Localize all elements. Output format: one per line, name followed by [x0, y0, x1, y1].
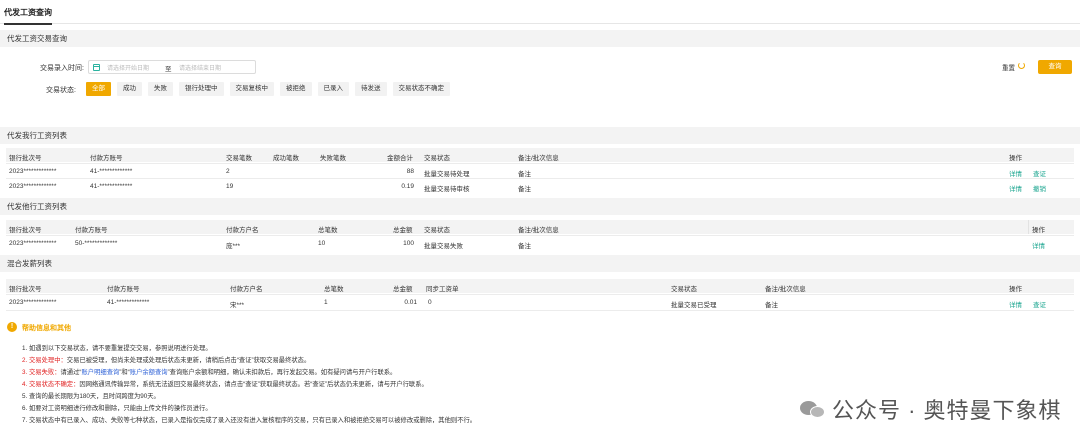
date-range-picker[interactable]: 请选择开始日期 至 请选择结束日期	[88, 60, 256, 74]
tab-bar: 代发工资查询	[0, 0, 1080, 25]
table3-col-remark: 备注/批次信息	[765, 286, 806, 293]
table3-col-status: 交易状态	[671, 286, 697, 293]
help-line-6: 6. 如要对工资明细进行修改和删除，只能由上传文件的操作员进行。	[22, 405, 212, 412]
table2-col-amount: 总金额	[393, 227, 413, 234]
help-line-7: 7. 交易状态中有已录入、成功、失败等七种状态，已录入是指仅完成了录入还没有进入…	[22, 417, 477, 424]
table3-col-amount: 总金额	[393, 286, 413, 293]
wechat-icon	[800, 399, 826, 419]
help-line-3: 3. 交易失败：请通过“账户明细查询”和“账户余额查询”查询账户余额和明细，确认…	[22, 369, 397, 376]
table2-col-count: 总笔数	[318, 227, 338, 234]
detail-link[interactable]: 详情	[1009, 183, 1022, 193]
tab-salary-query[interactable]: 代发工资查询	[4, 7, 52, 25]
table1-col-account: 付款方账号	[90, 155, 123, 162]
account-detail-link[interactable]: 账户明细查询	[82, 369, 120, 376]
table2-col-batch: 银行批次号	[9, 227, 42, 234]
query-button[interactable]: 查询	[1038, 60, 1072, 74]
watermark-text: 公众号 · 奥特曼下象棋	[832, 398, 1062, 423]
table1-col-remark: 备注/批次信息	[518, 155, 559, 162]
status-chip-success[interactable]: 成功	[117, 82, 142, 96]
start-date-input[interactable]: 请选择开始日期	[107, 63, 149, 72]
table2-col-account: 付款方账号	[75, 227, 108, 234]
verify-link[interactable]: 查证	[1033, 299, 1046, 309]
status-filter: 全部 成功 失败 银行处理中 交易复核中 被拒绝 已录入 待发送 交易状态不确定	[86, 82, 450, 96]
table1-col-fail: 失败笔数	[320, 155, 346, 162]
table3-col-ops: 操作	[1009, 286, 1022, 293]
table2-col-ops: 操作	[1032, 227, 1045, 234]
detail-link[interactable]: 详情	[1032, 240, 1045, 250]
revoke-link[interactable]: 撤销	[1033, 183, 1046, 193]
status-chip-rejected[interactable]: 被拒绝	[280, 82, 312, 96]
detail-link[interactable]: 详情	[1009, 299, 1022, 309]
table2-col-remark: 备注/批次信息	[518, 227, 559, 234]
table3-header: 混合发薪列表	[0, 255, 1080, 272]
status-chip-failed[interactable]: 失败	[148, 82, 173, 96]
verify-link[interactable]: 查证	[1033, 168, 1046, 178]
end-date-input[interactable]: 请选择结束日期	[179, 63, 221, 72]
table1-col-ops: 操作	[1009, 155, 1022, 162]
table3-col-sync: 同步工资单	[426, 286, 459, 293]
detail-link[interactable]: 详情	[1009, 168, 1022, 178]
table1-col-success: 成功笔数	[273, 155, 299, 162]
table2-header: 代发他行工资列表	[0, 198, 1080, 215]
status-chip-all[interactable]: 全部	[86, 82, 111, 96]
status-chip-pending-send[interactable]: 待发送	[355, 82, 387, 96]
table1-col-count: 交易笔数	[226, 155, 252, 162]
help-line-4: 4. 交易状态不确定：因网络通讯传输异常，系统无法返回交易最终状态，请点击“查证…	[22, 381, 428, 388]
table3-col-count: 总笔数	[324, 286, 344, 293]
table2-col-status: 交易状态	[424, 227, 450, 234]
status-label: 交易状态:	[46, 87, 76, 94]
table1-col-status: 交易状态	[424, 155, 450, 162]
help-line-1: 1. 如遇到以下交易状态，请不要重复提交交易，参照说明进行处理。	[22, 345, 212, 352]
status-chip-processing[interactable]: 银行处理中	[179, 82, 224, 96]
table1-col-batch: 银行批次号	[9, 155, 42, 162]
status-chip-reviewing[interactable]: 交易复核中	[229, 82, 274, 96]
account-balance-link[interactable]: 账户余额查询	[130, 369, 168, 376]
search-section-header: 代发工资交易查询	[0, 30, 1080, 47]
table3-head-row	[6, 279, 1074, 293]
table2-col-name: 付款方户名	[226, 227, 259, 234]
info-icon: !	[7, 322, 17, 332]
help-title: 帮助信息和其他	[22, 325, 71, 332]
reset-button[interactable]: 重置	[1002, 62, 1015, 72]
table3-col-name: 付款方户名	[230, 286, 263, 293]
status-chip-uncertain[interactable]: 交易状态不确定	[392, 82, 450, 96]
help-line-2: 2. 交易处理中：交易已被受理，但尚未处理或处理后状态未更新，请稍后点击“查证”…	[22, 357, 311, 364]
table1-header: 代发我行工资列表	[0, 127, 1080, 144]
help-line-5: 5. 查询的最长期限为180天，且时间跨度为90天。	[22, 393, 160, 400]
table3-col-batch: 银行批次号	[9, 286, 42, 293]
calendar-icon	[93, 64, 100, 71]
status-chip-entered[interactable]: 已录入	[317, 82, 349, 96]
table1-col-amount: 金额合计	[387, 155, 413, 162]
refresh-icon[interactable]	[1018, 62, 1025, 69]
date-separator: 至	[165, 66, 172, 73]
table3-col-account: 付款方账号	[107, 286, 140, 293]
wechat-watermark: 公众号 · 奥特曼下象棋	[800, 393, 1062, 425]
date-range-label: 交易录入时间:	[40, 65, 84, 72]
